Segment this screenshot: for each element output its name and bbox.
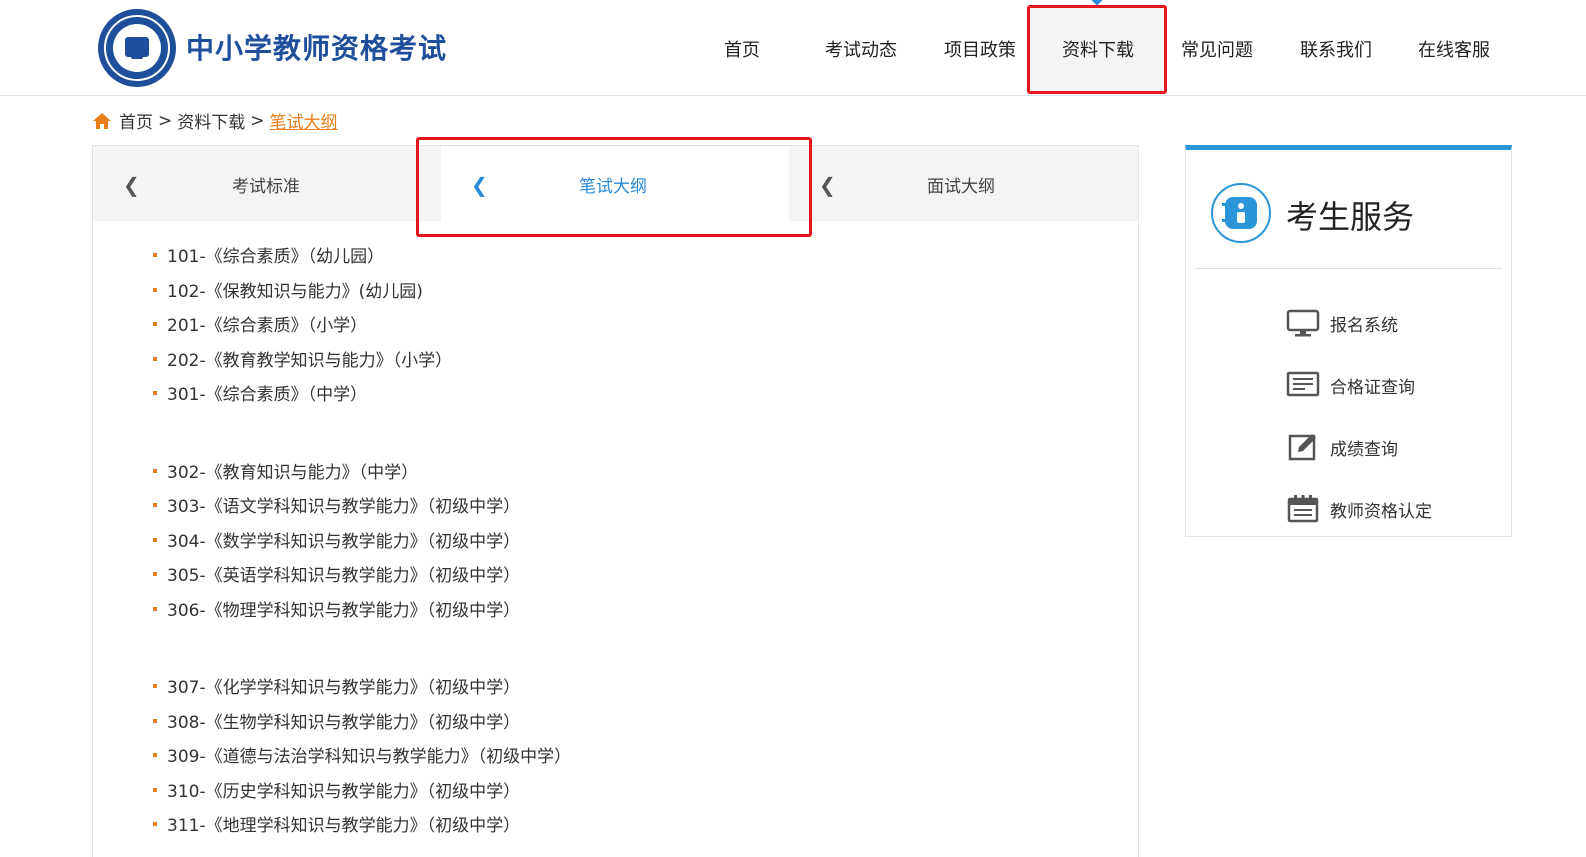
tab-exam-standards[interactable]: ❮ 考试标准 [93, 146, 441, 221]
nav-downloads[interactable]: 资料下载 [1062, 36, 1134, 62]
syllabus-list: 101-《综合素质》（幼儿园） 102-《保教知识与能力》(幼儿园) 201-《… [153, 242, 571, 846]
list-item[interactable]: 202-《教育教学知识与能力》（小学） [153, 346, 571, 381]
calendar-icon [1287, 495, 1319, 523]
content-panel: ❮ 考试标准 ❮ 笔试大纲 ❮ 面试大纲 101-《综合素质》（幼儿园） 102… [92, 145, 1139, 857]
tab-label: 笔试大纲 [579, 177, 647, 197]
nav-faq[interactable]: 常见问题 [1181, 36, 1253, 62]
tab-label: 面试大纲 [927, 177, 995, 197]
edit-icon [1288, 434, 1316, 461]
breadcrumb-home[interactable]: 首页 [119, 108, 153, 133]
home-icon[interactable] [92, 112, 112, 130]
breadcrumb-current[interactable]: 笔试大纲 [270, 108, 338, 133]
nav-home[interactable]: 首页 [724, 36, 760, 62]
sidebar-title: 考生服务 [1286, 198, 1415, 236]
candidate-services-panel: 考生服务 报名系统 合格证查询 成绩查询 教师资格认定 [1185, 145, 1512, 537]
breadcrumb-section[interactable]: 资料下载 [177, 108, 245, 133]
list-item[interactable]: 305-《英语学科知识与教学能力》（初级中学） [153, 561, 571, 596]
list-item[interactable]: 201-《综合素质》（小学） [153, 311, 571, 346]
service-label: 合格证查询 [1330, 377, 1415, 398]
nav-exam-news[interactable]: 考试动态 [825, 36, 897, 62]
site-header: 中小学教师资格考试 首页 考试动态 项目政策 资料下载 常见问题 联系我们 在线… [0, 0, 1586, 96]
chevron-left-icon: ❮ [819, 173, 836, 197]
list-item[interactable]: 304-《数学学科知识与教学能力》（初级中学） [153, 527, 571, 562]
list-item[interactable]: 309-《道德与法治学科知识与教学能力》（初级中学） [153, 742, 571, 777]
service-label: 教师资格认定 [1330, 501, 1432, 522]
monitor-icon [1286, 309, 1320, 337]
certificate-icon [1286, 371, 1320, 397]
nav-online-service[interactable]: 在线客服 [1418, 36, 1490, 62]
nav-policy[interactable]: 项目政策 [944, 36, 1016, 62]
breadcrumb: 首页 > 资料下载 > 笔试大纲 [92, 108, 338, 133]
list-item[interactable]: 308-《生物学科知识与教学能力》（初级中学） [153, 708, 571, 743]
service-score-query[interactable]: 成绩查询 [1286, 432, 1398, 462]
service-registration[interactable]: 报名系统 [1286, 308, 1398, 338]
service-label: 成绩查询 [1330, 439, 1398, 460]
breadcrumb-separator: > [250, 110, 265, 131]
list-item[interactable]: 311-《地理学科知识与教学能力》（初级中学） [153, 811, 571, 846]
site-title[interactable]: 中小学教师资格考试 [186, 27, 447, 67]
id-card-icon [1211, 183, 1271, 243]
nav-contact[interactable]: 联系我们 [1300, 36, 1372, 62]
list-item[interactable]: 307-《化学学科知识与教学能力》（初级中学） [153, 673, 571, 708]
tab-written-syllabus[interactable]: ❮ 笔试大纲 [441, 146, 789, 221]
list-item[interactable]: 303-《语文学科知识与教学能力》（初级中学） [153, 492, 571, 527]
sidebar-divider [1195, 268, 1502, 269]
list-item[interactable]: 306-《物理学科知识与教学能力》（初级中学） [153, 596, 571, 631]
list-item[interactable]: 101-《综合素质》（幼儿园） [153, 242, 571, 277]
breadcrumb-separator: > [158, 110, 173, 131]
list-item[interactable]: 102-《保教知识与能力》(幼儿园) [153, 277, 571, 312]
list-item[interactable]: 301-《综合素质》（中学） [153, 380, 571, 415]
tab-interview-syllabus[interactable]: ❮ 面试大纲 [789, 146, 1138, 221]
chevron-left-icon: ❮ [471, 173, 488, 197]
nav-marker [1091, 0, 1103, 6]
service-teacher-certification[interactable]: 教师资格认定 [1286, 494, 1432, 524]
list-item[interactable]: 302-《教育知识与能力》（中学） [153, 458, 571, 493]
tab-label: 考试标准 [232, 177, 300, 197]
service-certificate-query[interactable]: 合格证查询 [1286, 370, 1415, 400]
service-label: 报名系统 [1330, 315, 1398, 336]
list-item[interactable]: 310-《历史学科知识与教学能力》（初级中学） [153, 777, 571, 812]
chevron-left-icon: ❮ [123, 173, 140, 197]
site-logo[interactable] [98, 9, 176, 87]
